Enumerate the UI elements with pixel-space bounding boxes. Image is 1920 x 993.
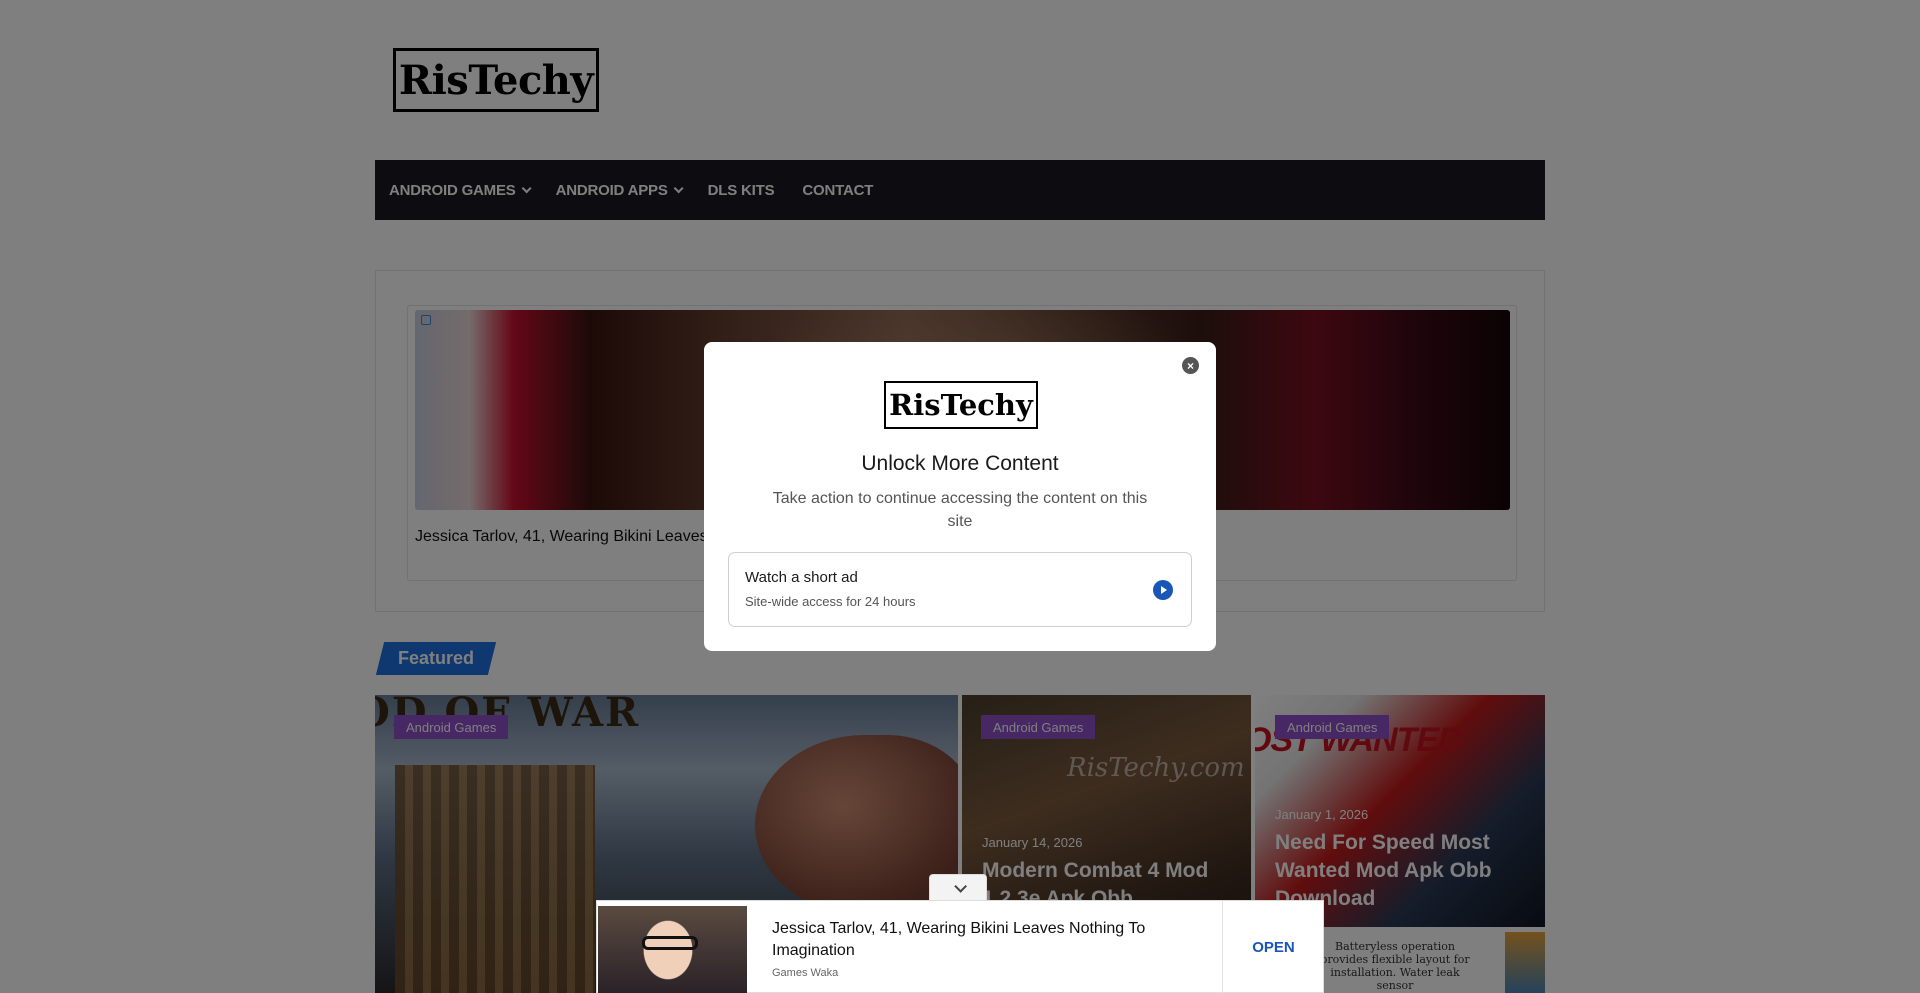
unlock-content-modal: × RisTechy Unlock More Content Take acti… (704, 342, 1216, 651)
modal-title: Unlock More Content (861, 452, 1059, 475)
sticky-ad-source: Games Waka (772, 967, 839, 979)
modal-description: Take action to continue accessing the co… (772, 490, 1148, 530)
sticky-ad-collapse-button[interactable] (929, 874, 987, 901)
sticky-ad-thumbnail[interactable] (598, 906, 747, 993)
sticky-ad-title[interactable]: Jessica Tarlov, 41, Wearing Bikini Leave… (772, 918, 1172, 962)
open-button[interactable]: OPEN (1222, 901, 1325, 993)
modal-logo: RisTechy (884, 381, 1038, 429)
option-subtitle: Site-wide access for 24 hours (745, 594, 916, 609)
close-icon[interactable]: × (1182, 357, 1199, 374)
chevron-down-icon (953, 879, 967, 893)
option-title: Watch a short ad (745, 569, 858, 586)
play-icon[interactable] (1153, 580, 1173, 600)
watch-ad-option[interactable]: Watch a short ad Site-wide access for 24… (728, 552, 1192, 627)
sticky-bottom-ad[interactable]: Jessica Tarlov, 41, Wearing Bikini Leave… (596, 900, 1324, 993)
